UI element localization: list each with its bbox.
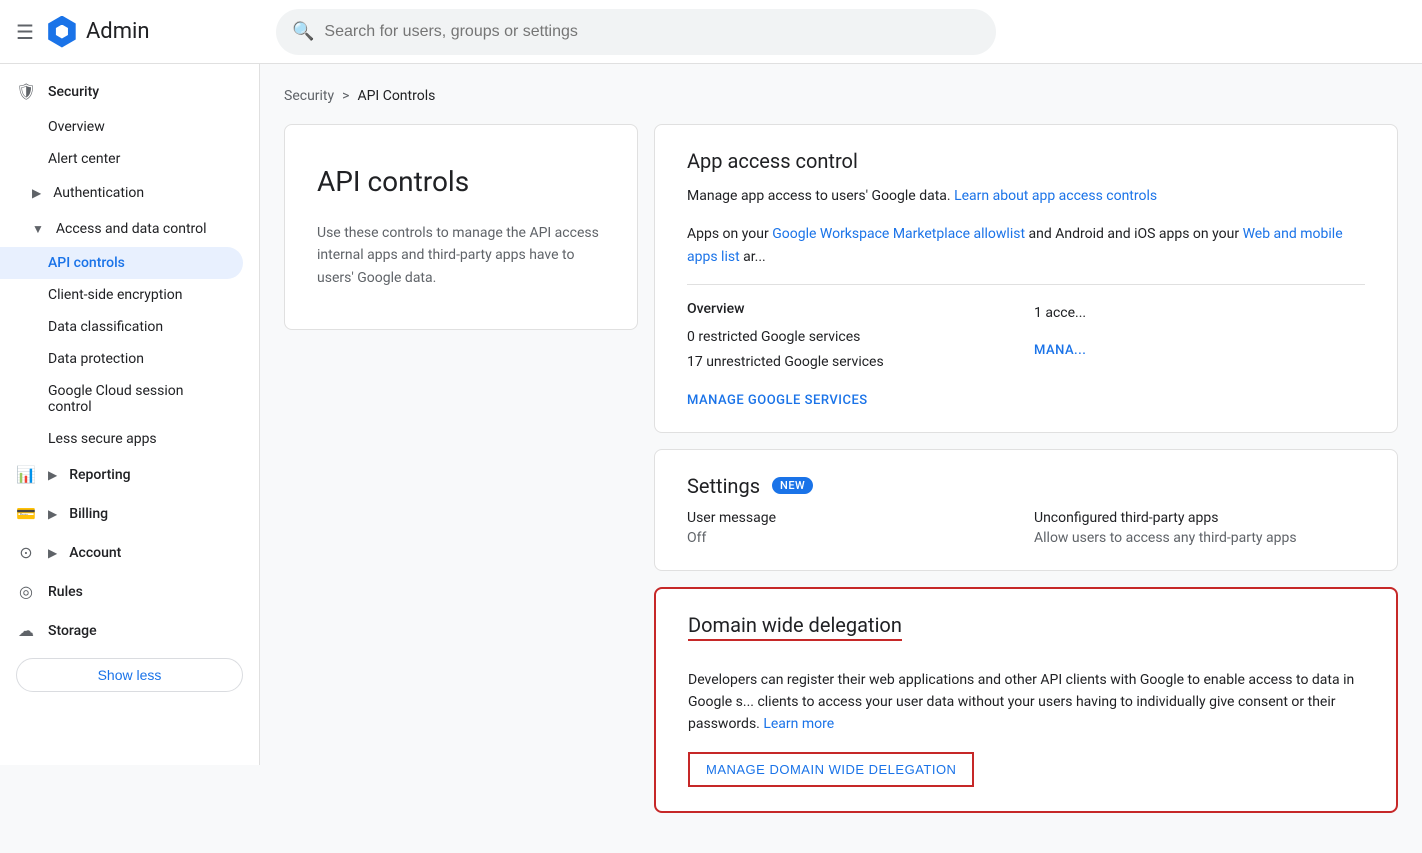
settings-grid: User message Off Unconfigured third-part… bbox=[687, 510, 1365, 546]
reporting-icon: 📊 bbox=[16, 465, 36, 484]
domain-delegation-desc: Developers can register their web applic… bbox=[688, 669, 1364, 736]
breadcrumb-parent[interactable]: Security bbox=[284, 88, 334, 104]
sidebar-item-authentication[interactable]: ▶ Authentication bbox=[0, 175, 243, 211]
chevron-right-icon4: ▶ bbox=[48, 546, 57, 560]
sidebar-item-security[interactable]: 🛡 Security bbox=[0, 72, 243, 111]
manage-google-services-link[interactable]: MANAGE GOOGLE SERVICES bbox=[687, 393, 868, 408]
sidebar-item-access-data[interactable]: ▼ Access and data control bbox=[0, 211, 243, 247]
overview-stat3: 1 acce... bbox=[1034, 301, 1365, 326]
unconfigured-item: Unconfigured third-party apps Allow user… bbox=[1034, 510, 1365, 546]
sidebar-data-class-label: Data classification bbox=[48, 319, 163, 335]
sidebar-less-secure-label: Less secure apps bbox=[48, 431, 157, 447]
overview-grid: Overview 0 restricted Google services 17… bbox=[687, 301, 1365, 407]
sidebar-item-storage[interactable]: ☁ Storage bbox=[0, 611, 243, 650]
overview-stat1: 0 restricted Google services bbox=[687, 325, 1018, 350]
search-input[interactable] bbox=[324, 23, 980, 41]
overview-label: Overview bbox=[687, 301, 1018, 317]
search-bar[interactable]: 🔍 bbox=[276, 9, 996, 55]
sidebar-item-overview[interactable]: Overview bbox=[0, 111, 243, 143]
sidebar-rules-label: Rules bbox=[48, 584, 83, 600]
sidebar-item-billing[interactable]: 💳 ▶ Billing bbox=[0, 494, 243, 533]
app-access-desc: Manage app access to users' Google data.… bbox=[687, 185, 1365, 207]
app-title: Admin bbox=[86, 19, 150, 44]
breadcrumb-current: API Controls bbox=[357, 88, 435, 104]
overview-left: Overview 0 restricted Google services 17… bbox=[687, 301, 1018, 407]
sidebar-item-data-classification[interactable]: Data classification bbox=[0, 311, 243, 343]
sidebar-item-alert-center[interactable]: Alert center bbox=[0, 143, 243, 175]
logo-container: Admin bbox=[46, 16, 150, 48]
sidebar-reporting-label: Reporting bbox=[69, 467, 130, 483]
show-less-button[interactable]: Show less bbox=[16, 658, 243, 692]
sidebar-security-label: Security bbox=[48, 84, 99, 100]
marketplace-link[interactable]: Google Workspace Marketplace allowlist bbox=[772, 226, 1025, 242]
sidebar-item-data-protection[interactable]: Data protection bbox=[0, 343, 243, 375]
sidebar: 🛡 Security Overview Alert center ▶ Authe… bbox=[0, 64, 260, 765]
domain-delegation-title: Domain wide delegation bbox=[688, 613, 902, 641]
sidebar-item-account[interactable]: ⊙ ▶ Account bbox=[0, 533, 243, 572]
sidebar-item-rules[interactable]: ◎ Rules bbox=[0, 572, 243, 611]
google-logo bbox=[46, 16, 78, 48]
info-card-title: API controls bbox=[317, 165, 605, 198]
breadcrumb: Security > API Controls bbox=[284, 88, 1398, 104]
breadcrumb-separator: > bbox=[342, 88, 349, 104]
sidebar-item-reporting[interactable]: 📊 ▶ Reporting bbox=[0, 455, 243, 494]
chevron-right-icon: ▶ bbox=[32, 186, 41, 200]
learn-app-access-link[interactable]: Learn about app access controls bbox=[954, 188, 1157, 204]
overview-right: 1 acce... MANA... bbox=[1034, 301, 1365, 407]
billing-icon: 💳 bbox=[16, 504, 36, 523]
app-access-title: App access control bbox=[687, 149, 1365, 173]
new-badge: NEW bbox=[772, 477, 813, 494]
main-content: Security > API Controls API controls Use… bbox=[260, 64, 1422, 853]
app-access-panel: App access control Manage app access to … bbox=[654, 124, 1398, 433]
unconfigured-value: Allow users to access any third-party ap… bbox=[1034, 530, 1365, 546]
sidebar-item-google-cloud[interactable]: Google Cloud session control bbox=[0, 375, 243, 423]
info-card: API controls Use these controls to manag… bbox=[284, 124, 638, 330]
sidebar-overview-label: Overview bbox=[48, 119, 105, 135]
domain-delegation-title-container: Domain wide delegation bbox=[688, 613, 1364, 653]
right-panels: App access control Manage app access to … bbox=[654, 124, 1398, 829]
user-message-value: Off bbox=[687, 530, 1018, 546]
sidebar-item-api-controls[interactable]: API controls bbox=[0, 247, 243, 279]
chevron-down-icon: ▼ bbox=[32, 222, 44, 236]
manage-domain-delegation-button[interactable]: MANAGE DOMAIN WIDE DELEGATION bbox=[688, 752, 974, 787]
sidebar-billing-label: Billing bbox=[69, 506, 108, 522]
unconfigured-label: Unconfigured third-party apps bbox=[1034, 510, 1365, 526]
user-message-item: User message Off bbox=[687, 510, 1018, 546]
content-grid: API controls Use these controls to manag… bbox=[284, 124, 1398, 829]
settings-panel-title: Settings NEW bbox=[687, 474, 1365, 498]
sidebar-api-label: API controls bbox=[48, 255, 125, 271]
overview-stat2: 17 unrestricted Google services bbox=[687, 350, 1018, 375]
sidebar-access-data-label: Access and data control bbox=[56, 221, 207, 237]
sidebar-alert-label: Alert center bbox=[48, 151, 120, 167]
account-icon: ⊙ bbox=[16, 543, 36, 562]
sidebar-account-label: Account bbox=[69, 545, 121, 561]
security-icon: 🛡 bbox=[16, 82, 36, 101]
user-message-label: User message bbox=[687, 510, 1018, 526]
storage-icon: ☁ bbox=[16, 621, 36, 640]
topbar: ☰ Admin 🔍 bbox=[0, 0, 1422, 64]
layout: 🛡 Security Overview Alert center ▶ Authe… bbox=[0, 64, 1422, 853]
search-icon: 🔍 bbox=[292, 21, 314, 42]
sidebar-storage-label: Storage bbox=[48, 623, 97, 639]
learn-more-link[interactable]: Learn more bbox=[763, 716, 834, 732]
logo-inner bbox=[55, 25, 69, 39]
chevron-right-icon2: ▶ bbox=[48, 468, 57, 482]
divider1 bbox=[687, 284, 1365, 285]
chevron-right-icon3: ▶ bbox=[48, 507, 57, 521]
sidebar-gcloud-label: Google Cloud session control bbox=[48, 383, 227, 415]
app-access-desc2: Apps on your Google Workspace Marketplac… bbox=[687, 223, 1365, 268]
sidebar-item-client-encryption[interactable]: Client-side encryption bbox=[0, 279, 243, 311]
topbar-left: ☰ Admin bbox=[16, 16, 276, 48]
rules-icon: ◎ bbox=[16, 582, 36, 601]
settings-panel: Settings NEW User message Off Unconfigur… bbox=[654, 449, 1398, 571]
sidebar-data-prot-label: Data protection bbox=[48, 351, 144, 367]
sidebar-auth-label: Authentication bbox=[53, 185, 144, 201]
domain-delegation-panel: Domain wide delegation Developers can re… bbox=[654, 587, 1398, 813]
manage-right-link[interactable]: MANA... bbox=[1034, 343, 1086, 358]
menu-icon[interactable]: ☰ bbox=[16, 20, 34, 44]
sidebar-item-less-secure[interactable]: Less secure apps bbox=[0, 423, 243, 455]
sidebar-client-enc-label: Client-side encryption bbox=[48, 287, 182, 303]
info-card-description: Use these controls to manage the API acc… bbox=[317, 222, 605, 289]
